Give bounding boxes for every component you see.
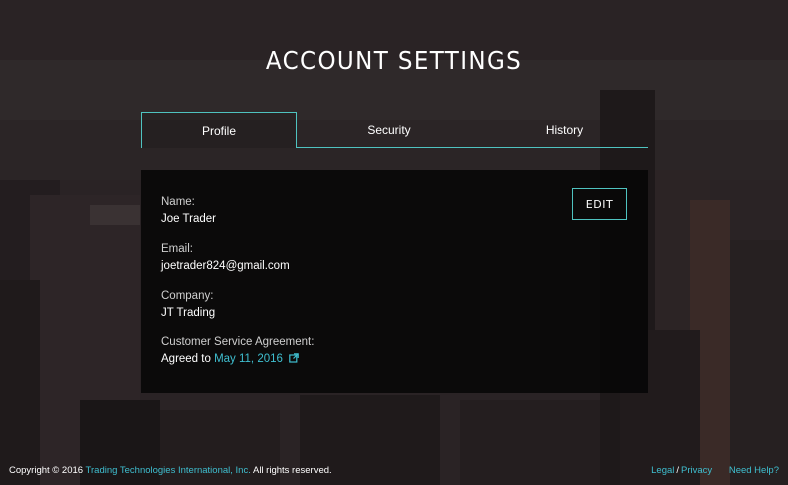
tab-underline [296,147,648,148]
company-value: JT Trading [161,307,216,319]
name-label: Name: [161,196,195,208]
csa-label: Customer Service Agreement: [161,336,315,348]
copyright-suffix: All rights reserved. [252,465,332,476]
tab-profile[interactable]: Profile [141,112,297,148]
footer-separator: / [676,465,680,476]
tab-history-label: History [545,123,584,137]
tab-bar: Profile Security History [141,112,648,148]
profile-panel: Name: Joe Trader Email: joetrader824@gma… [141,170,648,393]
tab-security[interactable]: Security [311,112,467,148]
csa-date: May 11, 2016 [214,353,283,365]
name-value: Joe Trader [161,213,216,225]
email-value: joetrader824@gmail.com [161,260,290,272]
company-field: Company: JT Trading [161,290,215,319]
csa-prefix: Agreed to [161,353,211,365]
name-field: Name: Joe Trader [161,196,216,225]
copyright: Copyright © 2016 Trading Technologies In… [9,465,332,476]
copyright-prefix: Copyright © 2016 [9,465,84,476]
tab-history[interactable]: History [481,112,648,148]
page-title: ACCOUNT SETTINGS [265,46,523,75]
footer-links: Legal / Privacy Need Help? [651,465,779,476]
email-label: Email: [161,243,193,255]
need-help-link[interactable]: Need Help? [729,465,779,476]
legal-link[interactable]: Legal [651,465,674,476]
company-link[interactable]: Trading Technologies International, Inc. [86,465,251,476]
csa-date-link[interactable]: May 11, 2016 [214,353,299,365]
csa-field: Customer Service Agreement: Agreed to Ma… [161,336,314,366]
email-field: Email: joetrader824@gmail.com [161,243,290,272]
external-link-icon [289,353,299,366]
csa-value: Agreed to May 11, 2016 [161,353,314,366]
privacy-link[interactable]: Privacy [681,465,712,476]
tab-profile-label: Profile [201,123,236,138]
tab-security-label: Security [367,123,411,137]
edit-button[interactable]: EDIT [572,188,627,220]
company-label: Company: [161,290,214,302]
footer: Copyright © 2016 Trading Technologies In… [0,465,788,479]
